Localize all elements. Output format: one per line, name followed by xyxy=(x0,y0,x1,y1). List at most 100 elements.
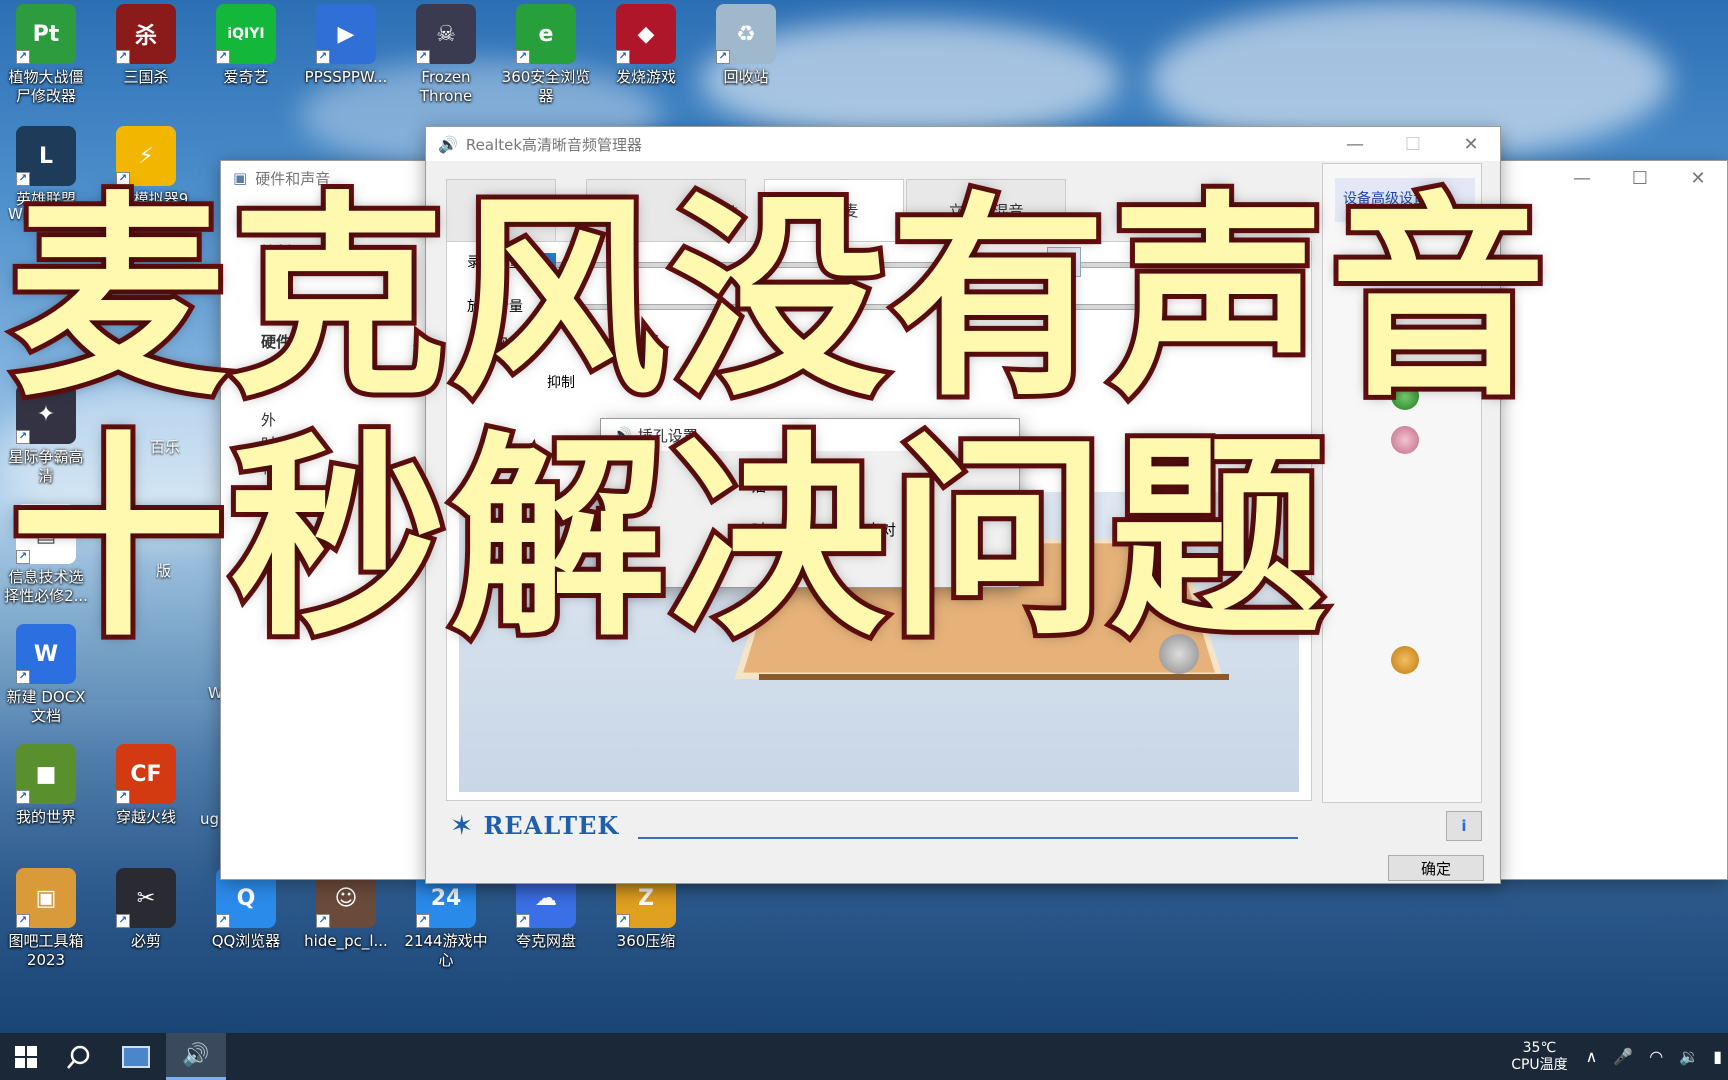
shortcut-arrow-icon: ↗ xyxy=(716,50,730,64)
stage-base xyxy=(759,674,1229,680)
shortcut-arrow-icon: ↗ xyxy=(216,914,230,928)
desktop-icon[interactable]: 杀 ↗ 三国杀 xyxy=(100,4,192,87)
shortcut-arrow-icon: ↗ xyxy=(216,50,230,64)
start-button[interactable] xyxy=(0,1033,52,1080)
desktop-icon-label: 2144游戏中 心 xyxy=(404,932,488,969)
minecraft-icon: ■ ↗ xyxy=(16,744,76,804)
desktop-icon-label: QQ浏览器 xyxy=(211,932,281,950)
desktop-icon[interactable]: ◆ ↗ 发烧游戏 xyxy=(600,4,692,87)
led-orange[interactable] xyxy=(1391,646,1419,674)
partial-icon-label: ug xyxy=(200,810,220,828)
footer-line xyxy=(638,837,1298,839)
shortcut-arrow-icon: ↗ xyxy=(416,50,430,64)
shortcut-arrow-icon: ↗ xyxy=(116,914,130,928)
shortcut-arrow-icon: ↗ xyxy=(616,50,630,64)
desktop-icon[interactable]: ✂ ↗ 必剪 xyxy=(100,868,192,951)
shortcut-arrow-icon: ↗ xyxy=(16,670,30,684)
speaker-icon: 🔊 xyxy=(438,134,458,154)
desktop-icon[interactable]: ▶ ↗ PPSSPPW... xyxy=(300,4,392,87)
desktop-icon[interactable]: e ↗ 360安全浏览 器 xyxy=(500,4,592,106)
wifi-icon[interactable]: ◠ xyxy=(1649,1047,1663,1066)
volume-icon[interactable]: 🔉 xyxy=(1679,1047,1699,1066)
desktop-icon-label: 回收站 xyxy=(723,68,769,86)
shortcut-arrow-icon: ↗ xyxy=(616,914,630,928)
taskbar: 🔊 35℃ CPU温度 ∧ 🎤 ◠ 🔉 ▮ xyxy=(0,1033,1728,1080)
desktop-icon[interactable]: Q ↗ QQ浏览器 xyxy=(200,868,292,951)
info-button[interactable]: i xyxy=(1446,811,1482,841)
frozen-throne-icon: ☠ ↗ xyxy=(416,4,476,64)
temperature-label: CPU温度 xyxy=(1511,1056,1568,1073)
cf-icon: CF ↗ xyxy=(116,744,176,804)
shortcut-arrow-icon: ↗ xyxy=(116,790,130,804)
minimize-button[interactable]: — xyxy=(1553,161,1611,195)
shortcut-arrow-icon: ↗ xyxy=(16,914,30,928)
desktop-icon-label: PPSSPPW... xyxy=(304,68,388,86)
fashao-game-icon: ◆ ↗ xyxy=(616,4,676,64)
crab-logo-icon: ✶ xyxy=(450,809,474,842)
microphone-tray-icon[interactable]: 🎤 xyxy=(1613,1047,1633,1066)
search-icon xyxy=(67,1045,90,1069)
bijian-icon: ✂ ↗ xyxy=(116,868,176,928)
shortcut-arrow-icon: ↗ xyxy=(416,914,430,928)
desktop-icon-label: hide_pc_l... xyxy=(304,932,388,950)
realtek-brand: REALTEK xyxy=(483,811,620,840)
control-panel-taskbar-icon xyxy=(122,1045,150,1068)
shortcut-arrow-icon: ↗ xyxy=(116,50,130,64)
shortcut-arrow-icon: ↗ xyxy=(516,914,530,928)
realtek-title: Realtek高清晰音频管理器 xyxy=(465,135,643,154)
desktop-icon-label: 必剪 xyxy=(130,932,161,950)
desktop-icon[interactable]: iQIYI ↗ 爱奇艺 xyxy=(200,4,292,87)
taskbar-realtek[interactable]: 🔊 xyxy=(166,1033,226,1080)
led-pink[interactable] xyxy=(1391,426,1419,454)
desktop-icon[interactable]: ▣ ↗ 图吧工具箱 2023 xyxy=(0,868,92,970)
ok-label: 确定 xyxy=(1420,859,1451,878)
realtek-close-button[interactable]: ✕ xyxy=(1442,127,1500,161)
desktop-icon-label: 图吧工具箱 2023 xyxy=(8,932,84,969)
title-overlay-line1: 麦克风没有声音 xyxy=(5,174,1551,425)
desktop-icon-label: 爱奇艺 xyxy=(223,68,269,86)
realtek-maximize-button[interactable]: ☐ xyxy=(1384,127,1442,161)
recycle-bin-icon: ♻ ↗ xyxy=(716,4,776,64)
desktop-icon-label: 植物大战僵 尸修改器 xyxy=(8,68,84,105)
temperature-value: 35℃ xyxy=(1522,1039,1557,1056)
realtek-logo: ✶ REALTEK xyxy=(450,809,619,842)
desktop-icon-label: 夸克网盘 xyxy=(515,932,576,950)
maximize-button[interactable]: ☐ xyxy=(1611,161,1669,195)
desktop-icon[interactable]: ■ ↗ 我的世界 xyxy=(0,744,92,827)
title-overlay-line2: 十秒解决问题 xyxy=(5,414,1331,665)
desktop-icon[interactable]: CF ↗ 穿越火线 xyxy=(100,744,192,827)
desktop-icon-label: 三国杀 xyxy=(123,68,169,86)
desktop-icon-label: 360压缩 xyxy=(616,932,676,950)
desktop-icon[interactable]: ☠ ↗ Frozen Throne xyxy=(400,4,492,106)
tuba-toolbox-icon: ▣ ↗ xyxy=(16,868,76,928)
sanguosha-icon: 杀 ↗ xyxy=(116,4,176,64)
chevron-up-icon[interactable]: ∧ xyxy=(1586,1047,1598,1066)
pt-icon: Pt ↗ xyxy=(16,4,76,64)
desktop-icon[interactable]: ☺ ↗ hide_pc_l... xyxy=(300,868,392,951)
desktop-icon-label: 发烧游戏 xyxy=(615,68,676,86)
shortcut-arrow-icon: ↗ xyxy=(516,50,530,64)
shortcut-arrow-icon: ↗ xyxy=(316,50,330,64)
windows-logo-icon xyxy=(15,1045,37,1068)
shortcut-arrow-icon: ↗ xyxy=(16,790,30,804)
realtek-minimize-button[interactable]: — xyxy=(1326,127,1384,161)
ppsspp-icon: ▶ ↗ xyxy=(316,4,376,64)
desktop-icon-label: Frozen Throne xyxy=(419,68,473,105)
desktop-icon[interactable]: Pt ↗ 植物大战僵 尸修改器 xyxy=(0,4,92,106)
speaker-taskbar-icon: 🔊 xyxy=(182,1042,210,1068)
cpu-temperature[interactable]: 35℃ CPU温度 xyxy=(1511,1040,1567,1074)
iqiyi-icon: iQIYI ↗ xyxy=(216,4,276,64)
desktop-icon-label: 我的世界 xyxy=(15,808,76,826)
taskbar-control-panel[interactable] xyxy=(110,1033,162,1080)
360-browser-icon: e ↗ xyxy=(516,4,576,64)
ok-button[interactable]: 确定 xyxy=(1388,855,1484,881)
system-tray: 35℃ CPU温度 ∧ 🎤 ◠ 🔉 ▮ xyxy=(1511,1033,1728,1080)
desktop-icon-label: 新建 DOCX 文档 xyxy=(6,688,86,725)
desktop-icon[interactable]: ♻ ↗ 回收站 xyxy=(700,4,792,87)
search-button[interactable] xyxy=(52,1033,104,1080)
more-tray-icon[interactable]: ▮ xyxy=(1713,1047,1722,1066)
info-icon: i xyxy=(1461,817,1467,835)
desktop-icon-label: 360安全浏览 器 xyxy=(501,68,591,105)
desktop-icon-label: 穿越火线 xyxy=(115,808,176,826)
close-button[interactable]: ✕ xyxy=(1669,161,1727,195)
